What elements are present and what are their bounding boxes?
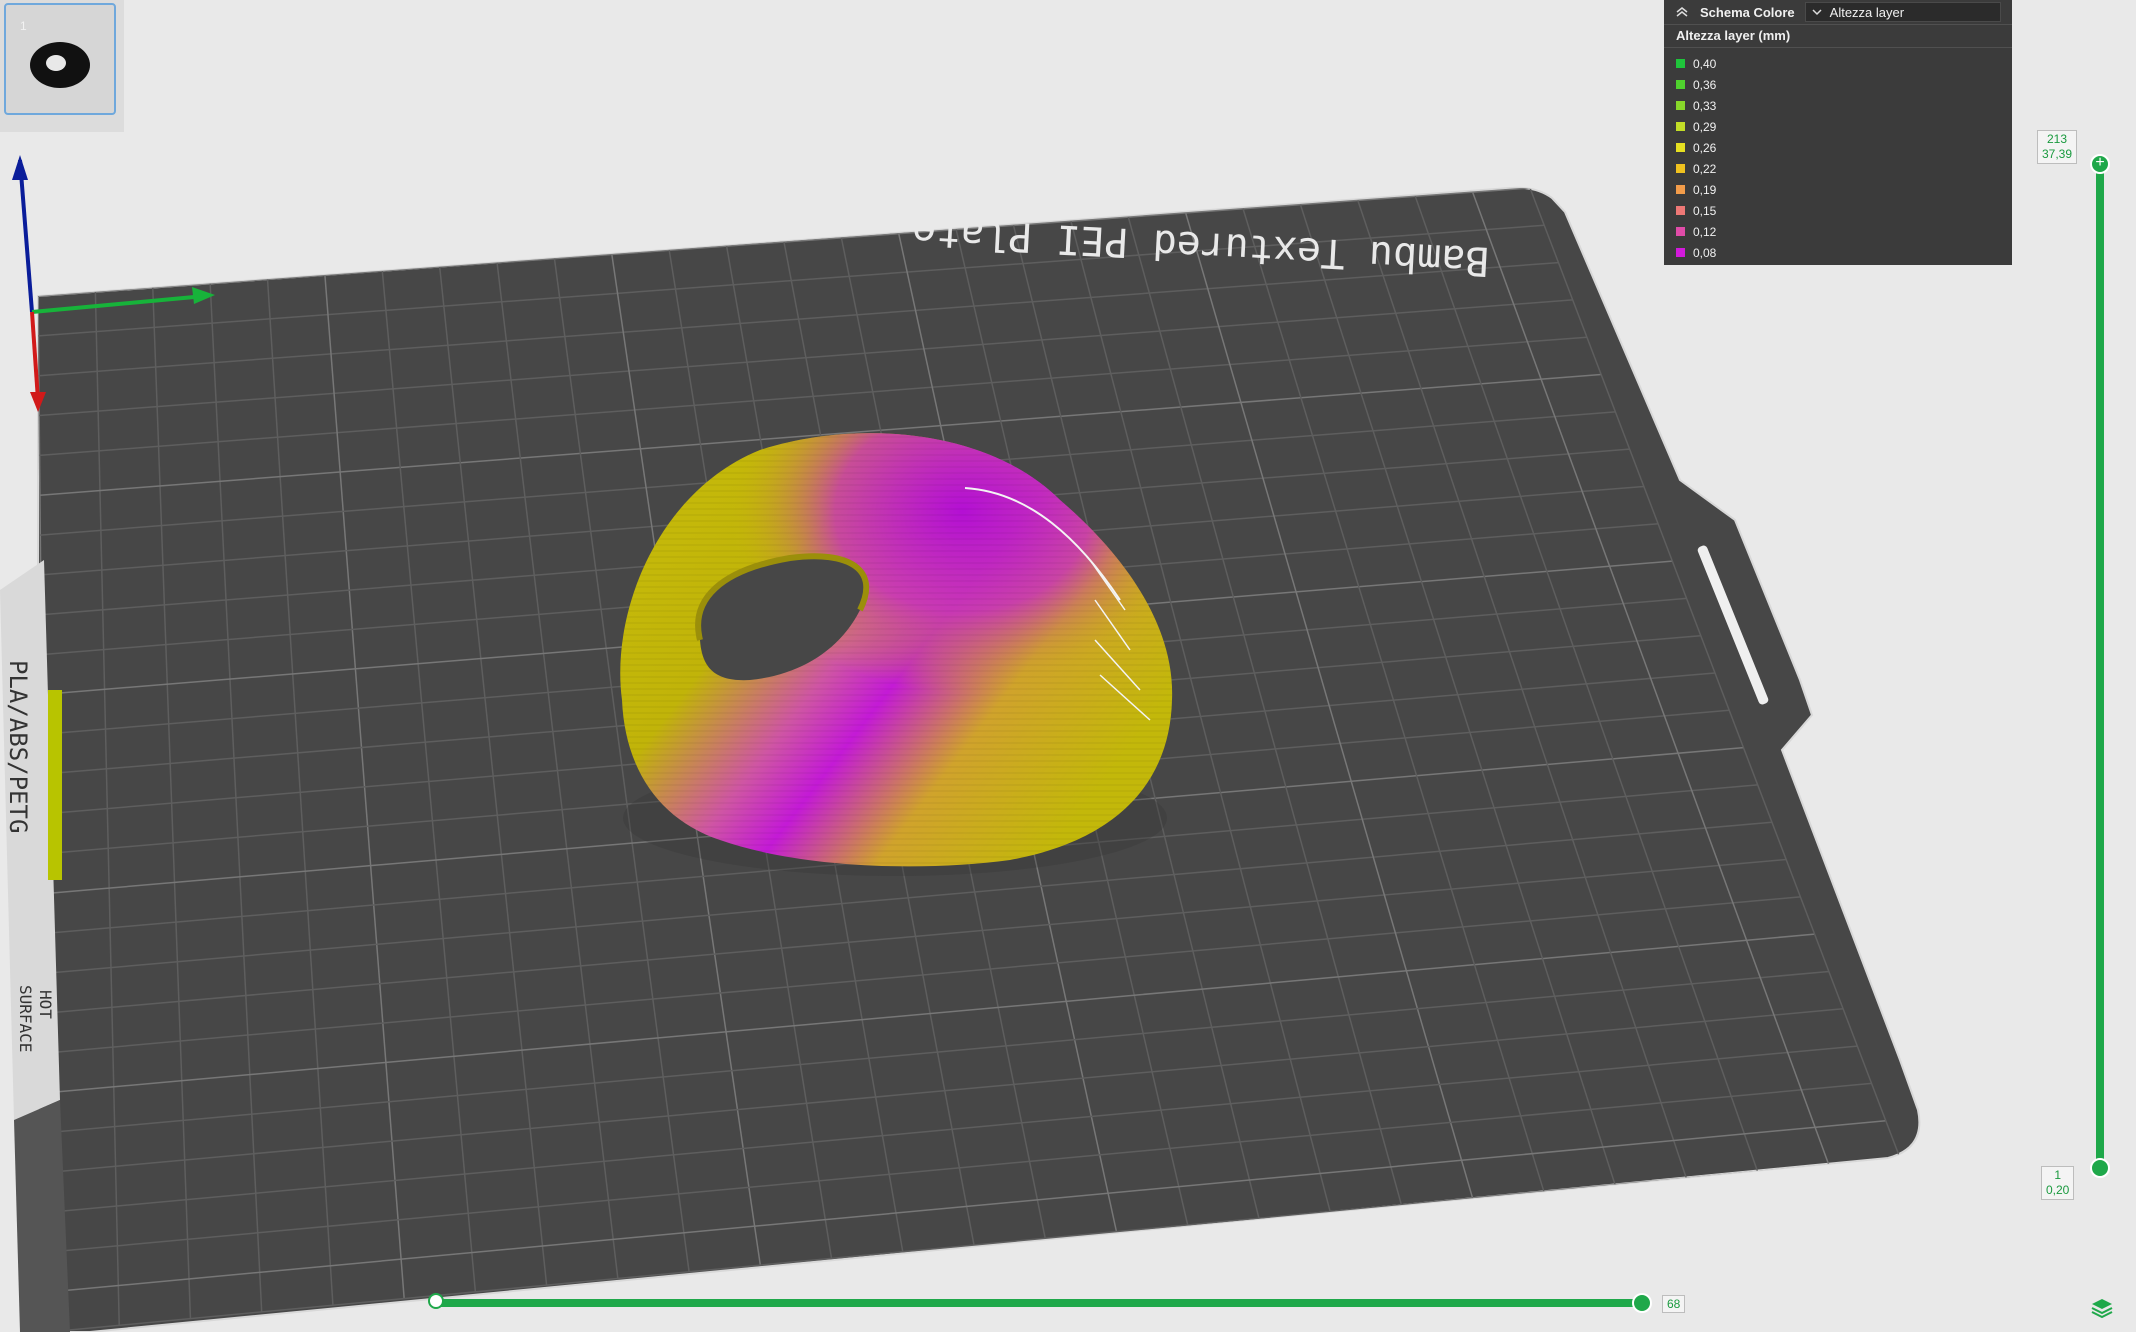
- legend-item: 0,26: [1664, 137, 2012, 158]
- legend-header: Schema Colore Altezza layer: [1664, 0, 2012, 25]
- move-progress-slider[interactable]: [432, 1299, 1644, 1307]
- legend-value: 0,15: [1693, 203, 1717, 218]
- legend-swatch: [1676, 59, 1685, 68]
- view-type-value: Altezza layer: [1829, 4, 1905, 20]
- legend-swatch: [1676, 122, 1685, 131]
- collapse-chevron-icon[interactable]: [1674, 4, 1690, 20]
- legend-swatch: [1676, 143, 1685, 152]
- layer-range-slider[interactable]: [2096, 164, 2104, 1168]
- legend-item: 0,33: [1664, 95, 2012, 116]
- legend-swatch: [1676, 206, 1685, 215]
- legend-item: 0,22: [1664, 158, 2012, 179]
- layers-icon[interactable]: [2091, 1299, 2113, 1319]
- sticker-material: PLA/ABS/PETG: [4, 660, 32, 833]
- legend-swatch: [1676, 227, 1685, 236]
- legend-value: 0,22: [1693, 161, 1717, 176]
- legend-value: 0,36: [1693, 77, 1717, 92]
- move-end-handle[interactable]: [1632, 1293, 1652, 1313]
- bottom-layer-label: 1 0,20: [2041, 1166, 2075, 1200]
- legend-item: 0,40: [1664, 53, 2012, 74]
- legend-value: 0,19: [1693, 182, 1717, 197]
- legend-item: 0,08: [1664, 242, 2012, 263]
- legend-item: 0,36: [1664, 74, 2012, 95]
- legend-item: 0,29: [1664, 116, 2012, 137]
- top-layer-height: 37,39: [2042, 147, 2073, 161]
- legend-value: 0,29: [1693, 119, 1717, 134]
- legend-title: Schema Colore: [1700, 4, 1795, 20]
- sticker-warning-1: HOT: [36, 990, 55, 1019]
- plate-thumbnail-panel: 1: [0, 0, 124, 132]
- legend-swatch: [1676, 164, 1685, 173]
- plate-thumbnail[interactable]: 1: [4, 3, 116, 115]
- legend-value: 0,26: [1693, 140, 1717, 155]
- color-scheme-legend: Schema Colore Altezza layer Altezza laye…: [1664, 0, 2012, 265]
- move-start-handle[interactable]: [428, 1293, 444, 1309]
- plus-icon: +: [2095, 154, 2105, 171]
- legend-item: 0,15: [1664, 200, 2012, 221]
- sticker-warning-2: SURFACE: [16, 985, 35, 1052]
- legend-value: 0,12: [1693, 224, 1717, 239]
- legend-value: 0,08: [1693, 245, 1717, 260]
- view-type-dropdown[interactable]: Altezza layer: [1804, 2, 2001, 22]
- model-thumbnail-icon: [30, 42, 90, 88]
- bottom-layer-handle[interactable]: [2090, 1158, 2110, 1178]
- legend-list: 0,40 0,36 0,33 0,29 0,26 0,22 0,19 0,15 0,12 0,08: [1664, 48, 2012, 263]
- legend-swatch: [1676, 248, 1685, 257]
- bottom-layer-height: 0,20: [2046, 1183, 2070, 1197]
- legend-item: 0,19: [1664, 179, 2012, 200]
- legend-subtitle: Altezza layer (mm): [1664, 25, 2012, 48]
- move-value-label: 68: [1662, 1295, 1686, 1313]
- legend-value: 0,33: [1693, 98, 1717, 113]
- top-layer-number: 213: [2047, 132, 2068, 146]
- top-layer-handle[interactable]: +: [2090, 154, 2110, 174]
- top-layer-label: 213 37,39: [2037, 130, 2078, 164]
- purge-line: [48, 690, 62, 880]
- legend-swatch: [1676, 101, 1685, 110]
- legend-swatch: [1676, 80, 1685, 89]
- legend-swatch: [1676, 185, 1685, 194]
- bottom-layer-number: 1: [2054, 1168, 2062, 1182]
- chevron-down-icon: [1812, 9, 1822, 16]
- legend-item: 0,12: [1664, 221, 2012, 242]
- legend-value: 0,40: [1693, 56, 1717, 71]
